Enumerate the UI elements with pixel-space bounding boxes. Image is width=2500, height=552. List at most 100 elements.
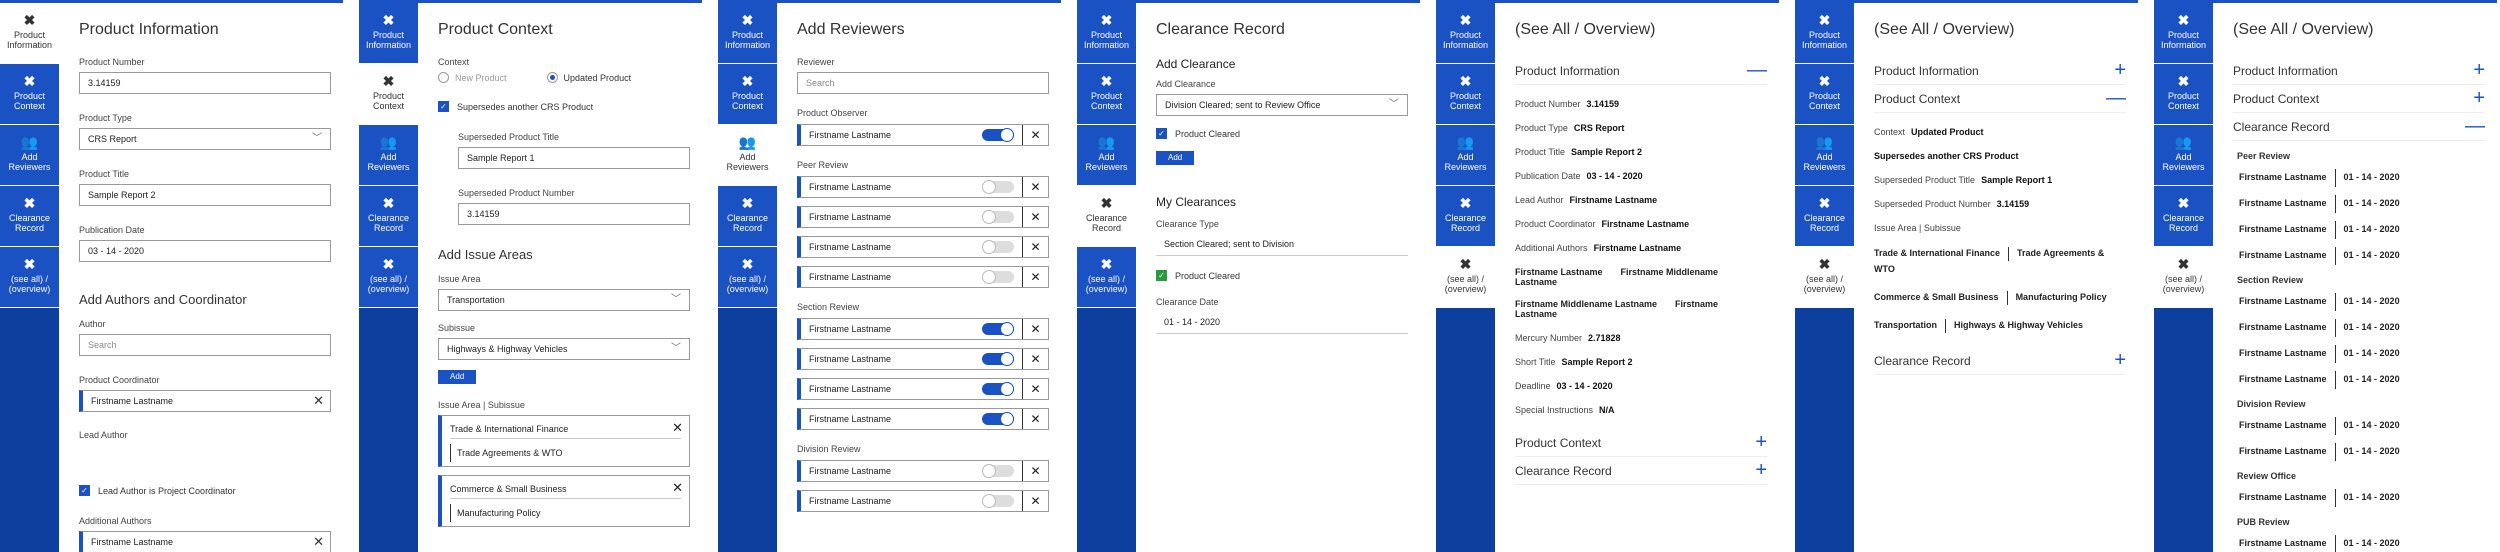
reviewer-toggle[interactable] [982,382,1014,396]
nav-overview[interactable]: ✖ (see all) / (overview) [1795,247,1854,308]
nav-product-information[interactable]: ✖ Product Information [1077,3,1136,64]
reviewer-toggle[interactable] [982,180,1014,194]
reviewer-toggle[interactable] [982,464,1014,478]
add-issue-button[interactable]: Add [438,370,477,384]
product-title-label: Product Title [79,169,130,179]
nav-product-context[interactable]: ✖ Product Context [718,64,777,125]
nav-clearance-record[interactable]: ✖ Clearance Record [1795,186,1854,247]
nav-clearance-record[interactable]: ✖ Clearance Record [359,186,418,247]
product-cleared-checkbox[interactable]: ✓ Product Cleared [1156,128,1408,139]
reviewer-toggle[interactable] [982,352,1014,366]
nav-product-information[interactable]: ✖ Product Information [359,3,418,64]
nav-overview[interactable]: ✖ (see all) / (overview) [1077,247,1136,308]
close-icon[interactable]: ✕ [1022,237,1048,257]
nav-add-reviewers[interactable]: 👥 Add Reviewers [1436,125,1495,186]
reviewer-toggle[interactable] [982,412,1014,426]
superseded-number-field[interactable]: 3.14159 [458,203,690,225]
product-type-select[interactable]: CRS Report ﹀ [79,128,331,150]
reviewer-search-input[interactable]: Search [797,72,1049,94]
product-title-field[interactable]: Sample Report 2 [79,184,331,206]
reviewer-toggle[interactable] [982,210,1014,224]
close-icon[interactable]: ✕ [1022,207,1048,227]
accordion-clearance-record[interactable]: Clearance Record — [2233,113,2485,141]
close-icon[interactable]: ✕ [1022,177,1048,197]
nav-clearance-record[interactable]: ✖ Clearance Record [1436,186,1495,247]
nav-add-reviewers[interactable]: 👥 Add Reviewers [1795,125,1854,186]
close-icon[interactable]: ✕ [1022,319,1048,339]
clearance-group-label: Peer Review [2237,151,2291,161]
subissue-select[interactable]: Highways & Highway Vehicles ﹀ [438,338,690,360]
clearance-type-select[interactable]: Division Cleared; sent to Review Office ﹀ [1156,94,1408,116]
nav-product-context[interactable]: ✖ Product Context [1436,64,1495,125]
reviewer-row: Firstname Lastname ✕ [797,318,1049,340]
nav-clearance-record[interactable]: ✖ Clearance Record [2154,186,2213,247]
clearance-row: Firstname Lastname 01 - 14 - 2020 [2239,167,2485,187]
nav-product-information[interactable]: ✖ Product Information [0,3,59,64]
nav-product-context[interactable]: ✖ Product Context [1077,64,1136,125]
reviewer-toggle[interactable] [982,322,1014,336]
radio-updated-product[interactable]: Updated Product [546,72,631,83]
radio-new-product[interactable]: New Product [438,72,507,83]
close-icon[interactable]: ✕ [672,480,683,496]
superseded-title-field[interactable]: Sample Report 1 [458,147,690,169]
nav-product-context[interactable]: ✖ Product Context [359,64,418,125]
nav-product-information[interactable]: ✖ Product Information [718,3,777,64]
nav-overview[interactable]: ✖ (see all) / (overview) [1436,247,1495,308]
close-icon[interactable]: ✕ [1022,349,1048,369]
issue-area-select[interactable]: Transportation ﹀ [438,289,690,311]
accordion-clearance-record[interactable]: Clearance Record + [1874,347,2126,375]
close-icon[interactable]: ✕ [1022,461,1048,481]
clearance-name: Firstname Lastname [2239,198,2327,208]
publication-date-field[interactable]: 03 - 14 - 2020 [79,240,331,262]
nav-overview[interactable]: ✖ (see all) / (overview) [718,247,777,308]
nav-product-context[interactable]: ✖ Product Context [1795,64,1854,125]
toggle-knob [982,240,996,254]
accordion-product-information[interactable]: Product Information + [1874,57,2126,85]
nav-product-information[interactable]: ✖ Product Information [1795,3,1854,64]
author-search-input[interactable]: Search [79,334,331,356]
plus-icon: + [2114,349,2126,371]
nav-add-reviewers[interactable]: 👥 Add Reviewers [359,125,418,186]
product-number-field[interactable]: 3.14159 [79,72,331,94]
nav-add-reviewers[interactable]: 👥 Add Reviewers [2154,125,2213,186]
nav-overview[interactable]: ✖ (see all) / (overview) [359,247,418,308]
accordion-product-context[interactable]: Product Context — [1874,85,2126,113]
accordion-clearance-record[interactable]: Clearance Record + [1515,457,1767,485]
nav-add-reviewers[interactable]: 👥 Add Reviewers [1077,125,1136,186]
close-icon[interactable]: ✕ [672,420,683,436]
coordinator-name: Firstname Lastname [91,396,174,406]
nav-product-information[interactable]: ✖ Product Information [2154,3,2213,64]
nav-clearance-record[interactable]: ✖ Clearance Record [718,186,777,247]
info-key: Additional Authors [1515,243,1588,253]
close-icon[interactable]: ✕ [313,391,324,411]
reviewer-toggle[interactable] [982,240,1014,254]
panel-overview-context: ✖ Product Information ✖ Product Context 👥 A… [1795,0,2138,552]
nav-add-reviewers[interactable]: 👥 Add Reviewers [718,125,777,186]
close-icon[interactable]: ✕ [1022,379,1048,399]
accordion-product-context[interactable]: Product Context + [1515,429,1767,457]
accordion-product-context[interactable]: Product Context + [2233,85,2485,113]
nav-add-reviewers[interactable]: 👥 Add Reviewers [0,125,59,186]
add-clearance-button[interactable]: Add [1156,151,1195,165]
accordion-product-information[interactable]: Product Information + [2233,57,2485,85]
close-icon: ✖ [1818,195,1831,211]
reviewer-toggle[interactable] [982,494,1014,508]
close-icon[interactable]: ✕ [1022,491,1048,511]
reviewer-toggle[interactable] [982,270,1014,284]
nav-product-information[interactable]: ✖ Product Information [1436,3,1495,64]
close-icon[interactable]: ✕ [1022,409,1048,429]
nav-product-context[interactable]: ✖ Product Context [0,64,59,125]
lead-coordinator-checkbox[interactable]: ✓ Lead Author is Project Coordinator [79,485,331,496]
reviewer-toggle[interactable] [982,128,1014,142]
close-icon[interactable]: ✕ [1022,125,1048,145]
supersedes-checkbox[interactable]: ✓ Supersedes another CRS Product [438,101,690,112]
close-icon[interactable]: ✕ [313,532,324,552]
nav-clearance-record[interactable]: ✖ Clearance Record [0,186,59,247]
nav-overview[interactable]: ✖ (see all) / (overview) [0,247,59,308]
nav-product-context[interactable]: ✖ Product Context [2154,64,2213,125]
product-type-label: Product Type [79,113,132,123]
nav-clearance-record[interactable]: ✖ Clearance Record [1077,186,1136,247]
close-icon[interactable]: ✕ [1022,267,1048,287]
accordion-product-information[interactable]: Product Information — [1515,57,1767,85]
nav-overview[interactable]: ✖ (see all) / (overview) [2154,247,2213,308]
